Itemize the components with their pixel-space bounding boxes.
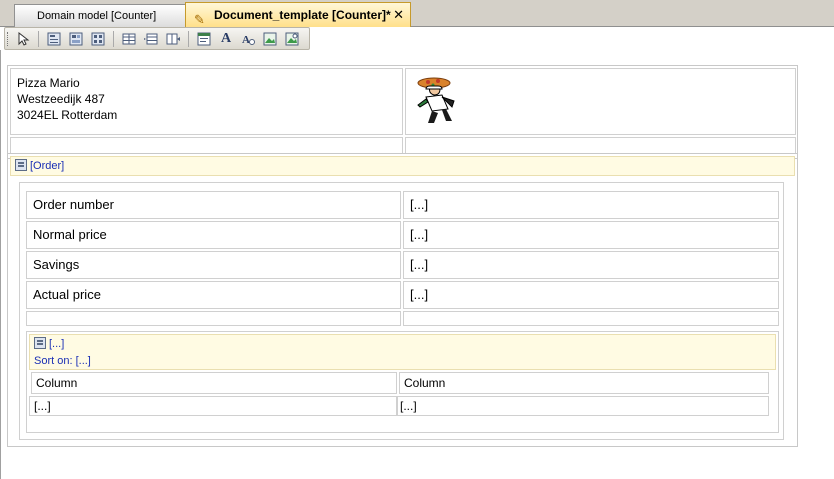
column-header[interactable]: Column <box>399 372 769 394</box>
column-header[interactable]: Column <box>31 372 397 394</box>
savings-value[interactable]: [...] <box>403 251 779 279</box>
select-arrow-icon[interactable] <box>13 29 33 48</box>
data-view-icon[interactable] <box>44 29 64 48</box>
normal-price-value[interactable]: [...] <box>403 221 779 249</box>
grid-cell[interactable]: [...] <box>397 396 769 416</box>
toolbar-grip[interactable] <box>7 32 10 46</box>
tab-label: Domain model [Counter] <box>37 10 157 22</box>
normal-price-label: Normal price <box>26 221 401 249</box>
empty-cell[interactable] <box>403 311 779 326</box>
savings-label: Savings <box>26 251 401 279</box>
toolbar-separator <box>113 30 114 47</box>
nested-data-grid[interactable]: [...] Sort on: [...] Column Column [...]… <box>26 331 779 433</box>
address-line-city: 3024EL Rotterdam <box>17 108 118 122</box>
static-label-icon[interactable]: A <box>216 29 236 48</box>
order-table: Order number [...] Normal price [...] Sa… <box>19 182 784 440</box>
pizza-chef-logo <box>417 77 455 123</box>
data-view-icon <box>15 159 27 171</box>
toolbar-separator <box>188 30 189 47</box>
tab-strip: Domain model [Counter] ✎ Document_templa… <box>0 0 834 27</box>
template-grid-icon[interactable] <box>88 29 108 48</box>
table-icon[interactable] <box>119 29 139 48</box>
header-table: Pizza Mario Westzeedijk 487 3024EL Rotte… <box>7 65 798 159</box>
data-grid-icon <box>34 337 46 349</box>
document-canvas: Pizza Mario Westzeedijk 487 3024EL Rotte… <box>0 50 834 479</box>
empty-cell[interactable] <box>405 137 796 154</box>
dynamic-image-icon[interactable] <box>282 29 302 48</box>
title-icon[interactable] <box>194 29 214 48</box>
table-row-icon[interactable] <box>141 29 161 48</box>
address-line-name: Pizza Mario <box>17 76 80 90</box>
column-icon[interactable] <box>163 29 183 48</box>
order-entity-label: [Order] <box>30 160 65 172</box>
svg-text:A: A <box>242 34 250 46</box>
logo-cell[interactable] <box>405 68 796 135</box>
close-icon[interactable]: ✕ <box>393 3 404 27</box>
tab-domain-model[interactable]: Domain model [Counter] <box>14 4 188 27</box>
empty-cell[interactable] <box>26 311 401 326</box>
data-grid-icon[interactable] <box>66 29 86 48</box>
static-image-icon[interactable] <box>260 29 280 48</box>
order-data-view-header[interactable]: [Order] <box>10 156 795 176</box>
tab-document-template[interactable]: ✎ Document_template [Counter]* ✕ <box>185 2 411 27</box>
order-number-label: Order number <box>26 191 401 219</box>
widget-toolbar: A A <box>4 27 310 50</box>
address-cell[interactable]: Pizza Mario Westzeedijk 487 3024EL Rotte… <box>10 68 403 135</box>
grid-header-row: [...] <box>30 335 775 353</box>
actual-price-label: Actual price <box>26 281 401 309</box>
grid-sort-label[interactable]: Sort on: [...] <box>30 353 775 369</box>
tab-label: Document_template [Counter]* <box>214 8 391 22</box>
empty-cell[interactable] <box>10 137 403 154</box>
dynamic-label-icon[interactable]: A <box>238 29 258 48</box>
grid-entity-label: [...] <box>49 338 65 350</box>
grid-cell[interactable]: [...] <box>29 396 397 416</box>
order-number-value[interactable]: [...] <box>403 191 779 219</box>
address-line-street: Westzeedijk 487 <box>17 92 105 106</box>
order-data-view[interactable]: [Order] Order number [...] Normal price … <box>7 153 798 447</box>
grid-header[interactable]: [...] Sort on: [...] <box>29 334 776 370</box>
toolbar-separator <box>38 30 39 47</box>
actual-price-value[interactable]: [...] <box>403 281 779 309</box>
